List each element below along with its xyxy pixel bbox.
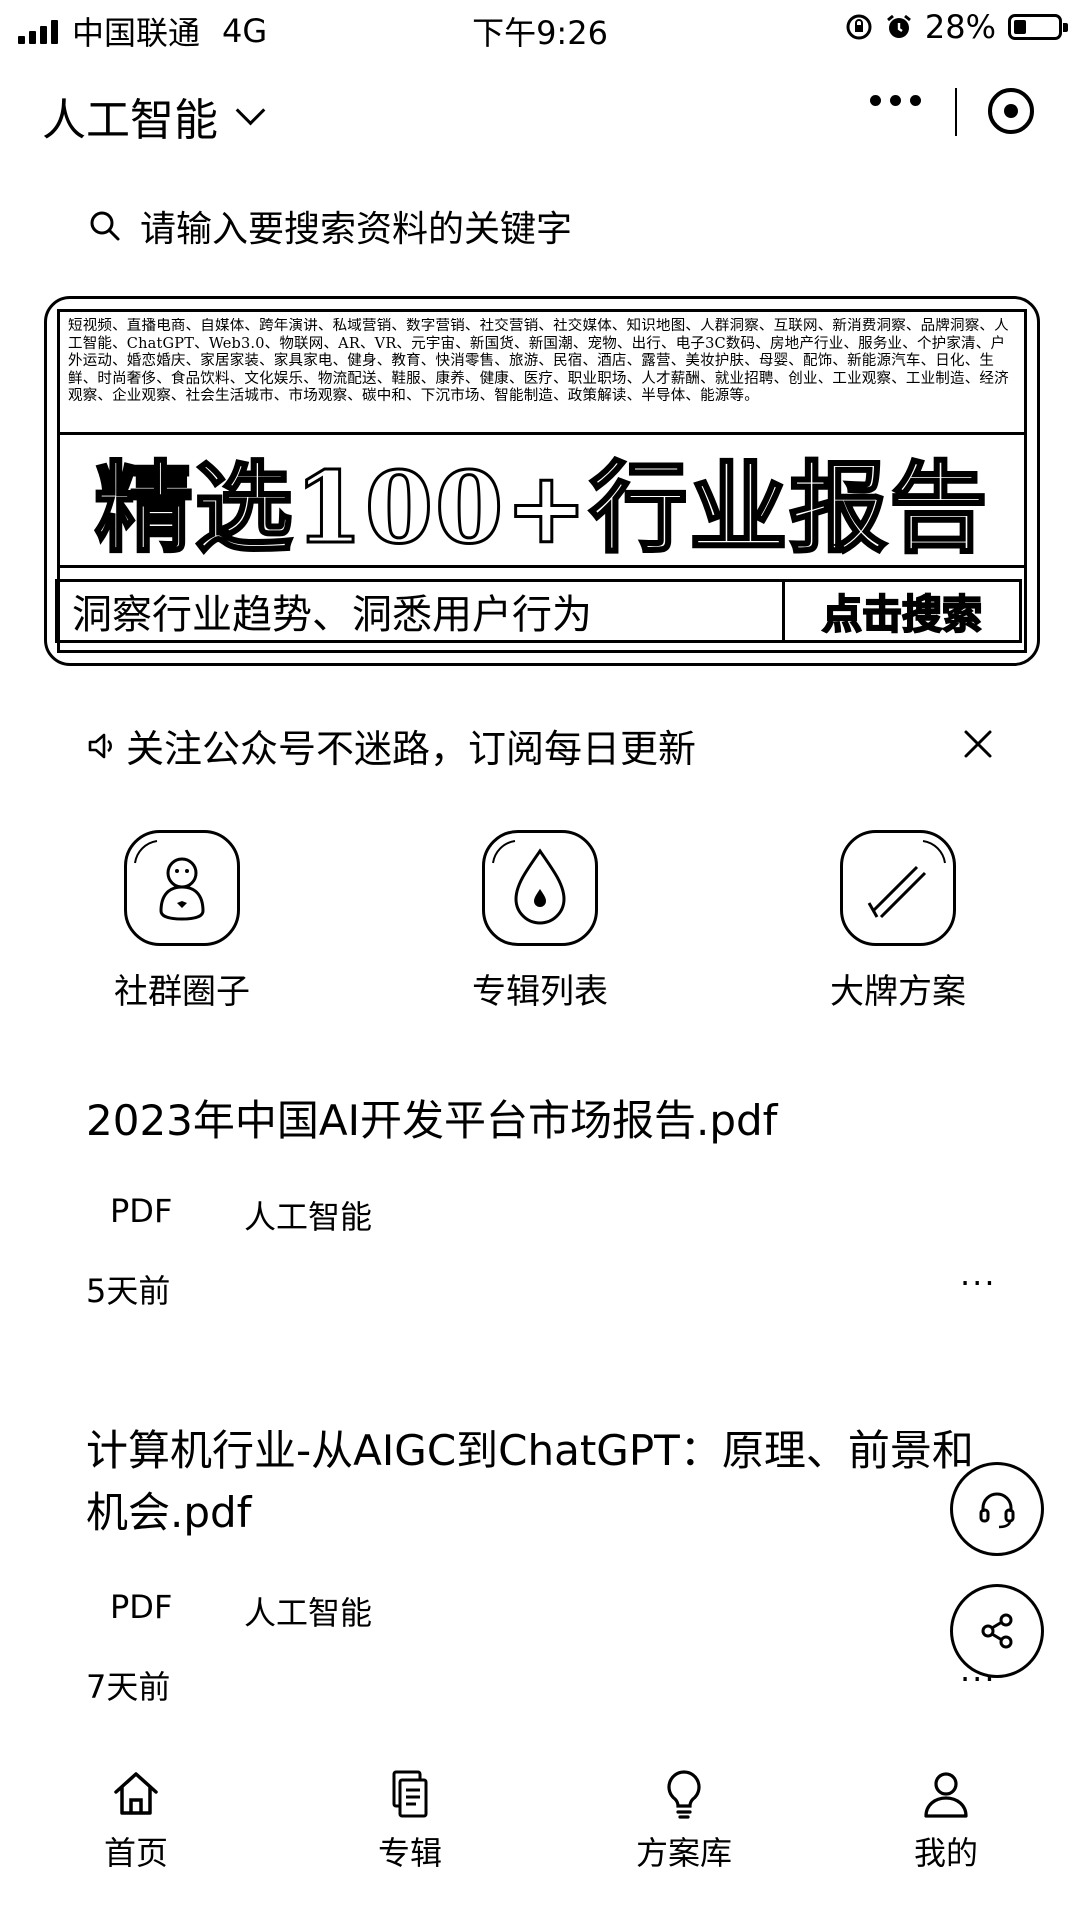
tab-solutions[interactable]: 方案库: [604, 1766, 764, 1874]
tab-label: 方案库: [635, 1834, 732, 1872]
search-icon: [90, 211, 120, 241]
quick-nav-community[interactable]: 社群圈子: [82, 830, 282, 1013]
miniprogram-close-icon[interactable]: [988, 88, 1034, 134]
article-category-tag: 人工智能: [244, 1594, 373, 1632]
lightbulb-icon: [667, 1770, 701, 1819]
article-type-tag: PDF: [110, 1192, 173, 1230]
battery-icon: [1008, 14, 1068, 40]
quick-nav-album[interactable]: 专辑列表: [440, 830, 640, 1013]
customer-service-button[interactable]: [950, 1462, 1044, 1556]
article-title: 2023年中国AI开发平台市场报告.pdf: [86, 1096, 778, 1145]
page-title: 人工智能: [42, 95, 218, 146]
banner-tags: 短视频、直播电商、自媒体、跨年演讲、私域营销、数字营销、社交营销、社交媒体、知识…: [68, 318, 1009, 404]
banner-headline: 精选100+行业报告: [60, 432, 1024, 568]
community-icon: [124, 830, 240, 946]
album-tab-icon: [392, 1770, 428, 1818]
album-icon: [482, 830, 598, 946]
report-banner[interactable]: 短视频、直播电商、自媒体、跨年演讲、私域营销、数字营销、社交营销、社交媒体、知识…: [44, 296, 1040, 666]
article-type-tag: PDF: [110, 1588, 173, 1626]
share-button[interactable]: [950, 1584, 1044, 1678]
notice-text: 关注公众号不迷路，订阅每日更新: [126, 727, 697, 771]
status-bar: 中国联通 4G 下午9:26 28%: [0, 0, 1080, 60]
chevron-down-icon: [235, 95, 266, 125]
speaker-icon: [88, 733, 112, 758]
headset-icon: [979, 1492, 1015, 1529]
tab-home[interactable]: 首页: [56, 1766, 216, 1874]
article-category-tag: 人工智能: [244, 1198, 373, 1236]
tab-album[interactable]: 专辑: [330, 1766, 490, 1874]
user-icon: [924, 1772, 968, 1818]
rotation-lock-icon: [846, 14, 872, 40]
banner-subline: 洞察行业趋势、洞悉用户行为: [55, 579, 785, 643]
banner-search-button[interactable]: 点击搜索: [782, 579, 1022, 643]
status-right: 28%: [845, 8, 1068, 46]
notice-bar: 关注公众号不迷路，订阅每日更新: [86, 718, 696, 773]
share-icon: [981, 1613, 1013, 1649]
article-item[interactable]: 2023年中国AI开发平台市场报告.pdf PDF 人工智能 5天前 ···: [0, 1080, 1080, 1330]
search-placeholder: 请输入要搜索资料的关键字: [140, 209, 573, 250]
article-item[interactable]: 计算机行业-从AIGC到ChatGPT：原理、前景和机会.pdf PDF 人工智…: [0, 1420, 1080, 1730]
quick-nav-label: 大牌方案: [830, 972, 966, 1012]
quick-nav-label: 社群圈子: [114, 972, 250, 1012]
category-selector[interactable]: 人工智能: [42, 84, 266, 148]
quick-nav-label: 专辑列表: [472, 972, 608, 1012]
tab-label: 专辑: [377, 1834, 442, 1872]
more-icon[interactable]: [870, 95, 921, 106]
article-time: 7天前: [86, 1668, 171, 1706]
quick-nav-brand-plan[interactable]: 大牌方案: [798, 830, 998, 1013]
article-time: 5天前: [86, 1272, 171, 1310]
search-bar[interactable]: 请输入要搜索资料的关键字: [88, 200, 572, 252]
close-icon[interactable]: [960, 726, 996, 762]
tab-mine[interactable]: 我的: [866, 1766, 1026, 1874]
article-more-button[interactable]: ···: [960, 1264, 997, 1302]
alarm-icon: [886, 14, 911, 38]
tab-label: 首页: [103, 1834, 168, 1872]
article-title: 计算机行业-从AIGC到ChatGPT：原理、前景和机会.pdf: [86, 1426, 974, 1537]
capsule-divider: [955, 88, 957, 136]
home-icon: [114, 1772, 158, 1815]
tab-label: 我的: [913, 1834, 978, 1872]
brand-plan-icon: [840, 830, 956, 946]
battery-percent: 28%: [924, 8, 996, 46]
